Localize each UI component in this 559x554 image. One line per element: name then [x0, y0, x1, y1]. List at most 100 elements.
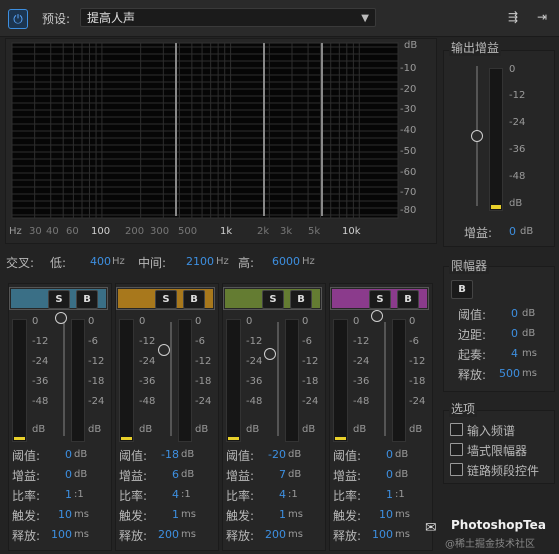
band-1-gain-value[interactable]: 0: [65, 468, 72, 481]
db-tick: -50: [400, 146, 417, 157]
band-3-fader-knob[interactable]: [264, 348, 276, 360]
hz-tick: 1k: [220, 226, 233, 237]
high-unit: Hz: [302, 256, 315, 267]
band-4-ratio-value[interactable]: 1: [386, 488, 393, 501]
band-4-left-scale-tick: dB: [353, 424, 367, 435]
band-1-fader-track[interactable]: [63, 322, 65, 436]
band-3-right-scale-tick: dB: [302, 424, 316, 435]
band-2-gain-label: 增益:: [119, 469, 148, 483]
band-1-release-label: 释放:: [12, 529, 41, 543]
crossover-label: 交叉:: [6, 256, 35, 270]
checkbox[interactable]: [450, 423, 463, 436]
band-3-ratio-value[interactable]: 4: [279, 488, 286, 501]
band-1-fader-knob[interactable]: [55, 312, 67, 324]
band-3-threshold-label: 阈值:: [226, 449, 255, 463]
watermark-sub: @稀土掘金技术社区: [445, 539, 535, 550]
band-1-bypass-button[interactable]: B: [76, 290, 98, 309]
band-3-gain-label: 增益:: [226, 469, 255, 483]
routing-icon[interactable]: ⇶: [505, 9, 521, 25]
db-tick: -70: [400, 187, 417, 198]
limiter-attack-value[interactable]: 4: [511, 347, 518, 360]
output-gain-value[interactable]: 0: [509, 225, 516, 238]
band-1-ratio-label: 比率:: [12, 489, 41, 503]
spectrum-display: [11, 42, 399, 219]
band-1-gain-unit: dB: [74, 469, 88, 480]
band-2-gain-unit: dB: [181, 469, 195, 480]
band-1-release-value[interactable]: 100: [51, 528, 72, 541]
limiter-release-value[interactable]: 500: [499, 367, 520, 380]
band-1-right-scale-tick: 0: [88, 316, 95, 327]
watermark-brand: PhotoshopTea: [451, 518, 546, 532]
band-4-release-value[interactable]: 100: [372, 528, 393, 541]
band-3-attack-value[interactable]: 1: [279, 508, 286, 521]
band-2-attack-value[interactable]: 1: [172, 508, 179, 521]
band-2-release-value[interactable]: 200: [158, 528, 179, 541]
band-3-gain-unit: dB: [288, 469, 302, 480]
low-value[interactable]: 400: [90, 255, 111, 268]
band-1-threshold-value[interactable]: 0: [65, 448, 72, 461]
limiter-margin-value[interactable]: 0: [511, 327, 518, 340]
band-1-left-scale-tick: -12: [32, 336, 49, 347]
band-4-left-scale-tick: -48: [353, 396, 370, 407]
band-4-left-scale-tick: -24: [353, 356, 370, 367]
band-2-attack-unit: ms: [181, 509, 196, 520]
band-1-attack-value[interactable]: 10: [58, 508, 72, 521]
db-tick: -20: [400, 84, 417, 95]
band-1-solo-button[interactable]: S: [48, 290, 70, 309]
band-4-solo-button[interactable]: S: [369, 290, 391, 309]
band-2-ratio-value[interactable]: 4: [172, 488, 179, 501]
band-2-fader-knob[interactable]: [158, 344, 170, 356]
band-2-right-scale-tick: dB: [195, 424, 209, 435]
band-1-gain-label: 增益:: [12, 469, 41, 483]
crossover-row: 交叉: 低: 400 Hz 中间: 2100 Hz 高: 6000 Hz: [6, 254, 436, 270]
settings-icon[interactable]: ⇥: [534, 9, 550, 25]
band-4-attack-value[interactable]: 10: [379, 508, 393, 521]
band-4-gain-value[interactable]: 0: [386, 468, 393, 481]
band-3-solo-button[interactable]: S: [262, 290, 284, 309]
checkbox[interactable]: [450, 463, 463, 476]
band-3-threshold-value[interactable]: -20: [268, 448, 286, 461]
band-4-threshold-value[interactable]: 0: [386, 448, 393, 461]
hz-tick: 10k: [342, 226, 361, 237]
mid-value[interactable]: 2100: [186, 255, 214, 268]
band-3-gain-value[interactable]: 7: [279, 468, 286, 481]
band-3-release-value[interactable]: 200: [265, 528, 286, 541]
band-2-solo-button[interactable]: S: [155, 290, 177, 309]
band-2-output-meter: [178, 319, 192, 442]
band-4-fader-knob[interactable]: [371, 310, 383, 322]
db-tick: -80: [400, 205, 417, 216]
power-icon[interactable]: ⏻: [8, 9, 28, 29]
band-4-fader-track[interactable]: [384, 322, 386, 436]
checkbox[interactable]: [450, 443, 463, 456]
band-1-attack-unit: ms: [74, 509, 89, 520]
band-3-fader-track[interactable]: [277, 322, 279, 436]
band-1-ratio-value[interactable]: 1: [65, 488, 72, 501]
band-4-right-scale-tick: -18: [409, 376, 426, 387]
band-2-gain-value[interactable]: 6: [172, 468, 179, 481]
band-2-input-meter: [119, 319, 134, 442]
limiter-attack-label: 起奏:: [458, 348, 487, 362]
band-3-left-scale-tick: -24: [246, 356, 263, 367]
high-value[interactable]: 6000: [272, 255, 300, 268]
option-wall-limiter[interactable]: 墙式限幅器: [450, 442, 555, 458]
output-scale-tick: -36: [509, 144, 526, 155]
hz-tick: 300: [150, 226, 170, 237]
preset-dropdown[interactable]: 提高人声 ▼: [80, 8, 376, 27]
band-1-right-scale-tick: -6: [88, 336, 98, 347]
band-2-bypass-button[interactable]: B: [183, 290, 205, 309]
limiter-threshold-value[interactable]: 0: [511, 307, 518, 320]
band-1-right-scale-tick: -18: [88, 376, 105, 387]
output-fader-knob[interactable]: [471, 130, 483, 142]
option-input-spectrum[interactable]: 输入频谱: [450, 422, 555, 438]
band-4-bypass-button[interactable]: B: [397, 290, 419, 309]
limiter-threshold-unit: dB: [522, 308, 536, 319]
band-2-fader-track[interactable]: [170, 322, 172, 436]
band-3-bypass-button[interactable]: B: [290, 290, 312, 309]
band-3-right-scale-tick: 0: [302, 316, 309, 327]
limiter-margin-unit: dB: [522, 328, 536, 339]
hz-tick: 60: [66, 226, 79, 237]
option-link-band-controls[interactable]: 链路频段控件: [450, 462, 555, 478]
band-2-threshold-value[interactable]: -18: [161, 448, 179, 461]
limiter-bypass-button[interactable]: B: [451, 280, 473, 299]
band-4-right-scale-tick: dB: [409, 424, 423, 435]
